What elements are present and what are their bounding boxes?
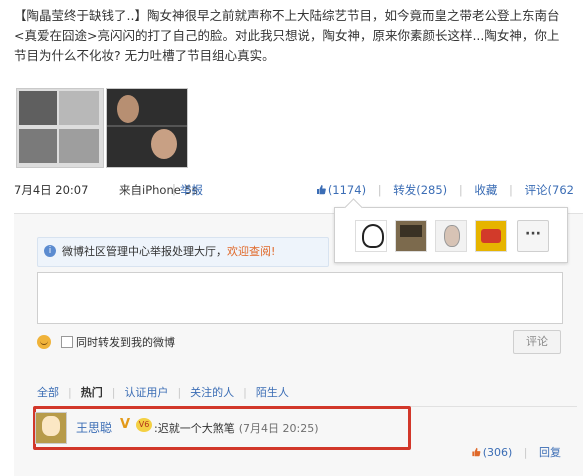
favorite-button[interactable]: 收藏 [474,183,497,197]
notice-link[interactable]: 欢迎查阅! [227,245,275,258]
post-lead: 【陶晶莹终于缺钱了..】 [14,8,147,23]
comment-time: (7月4日 20:25) [238,422,319,435]
thumbs-up-icon [316,185,326,195]
like-button[interactable]: (1174) [316,183,370,197]
comment-like-button[interactable]: (306) [471,446,516,459]
comment-button[interactable]: 评论(762 [525,183,574,197]
reply-button[interactable]: 回复 [539,446,561,459]
commenter-name[interactable]: 王思聪 [76,419,112,436]
verified-icon: V [120,417,131,432]
repost-button[interactable]: 转发(285) [393,183,447,197]
comment-input[interactable] [37,272,563,324]
notice-text: 微博社区管理中心举报处理大厅， [62,245,227,258]
post-time[interactable]: 7月4日 20:07 [14,182,88,198]
repost-checkbox[interactable] [61,336,73,348]
comment-text: :迟就一个大煞笔 (7月4日 20:25) [154,420,319,436]
thumbs-up-icon [472,447,481,457]
liker-avatar[interactable] [355,220,387,252]
post-text: 【陶晶莹终于缺钱了..】陶女神很早之前就声称不上大陆综艺节目，如今竟而皇之带老公… [14,6,569,66]
info-icon: i [44,245,56,257]
post-image-2[interactable] [106,88,188,168]
emoji-icon[interactable] [37,335,51,349]
liker-avatar[interactable] [395,220,427,252]
filter-verified[interactable]: 认证用户 [124,386,168,399]
filter-strangers[interactable]: 陌生人 [256,386,289,399]
comment-actions: (306) | 回复 [471,444,561,460]
liker-avatar[interactable] [475,220,507,252]
filter-all[interactable]: 全部 [37,386,59,399]
likers-popup: ··· [334,198,568,263]
filter-hot[interactable]: 热门 [81,386,103,399]
meta-separator: | [172,182,176,196]
like-count: (1174) [327,183,367,197]
comment-filters: 全部 | 热门 | 认证用户 | 关注的人 | 陌生人 [37,386,289,399]
comment-like-count: (306) [482,446,513,459]
post-actions: (1174) | 转发(285) | 收藏 | 评论(762 [316,182,574,198]
more-likers-button[interactable]: ··· [517,220,549,252]
post-image-1[interactable] [16,88,104,168]
report-link[interactable]: 举报 [180,182,203,198]
community-notice: i 微博社区管理中心举报处理大厅，欢迎查阅! [37,237,329,267]
post-images [16,88,188,168]
submit-comment-button[interactable]: 评论 [513,330,561,354]
vip-badge-icon: V6 [136,418,152,432]
comment-body: :迟就一个大煞笔 [154,422,235,435]
filter-following[interactable]: 关注的人 [190,386,234,399]
commenter-avatar[interactable] [35,412,67,444]
repost-checkbox-label: 同时转发到我的微博 [76,336,175,349]
post-meta: 7月4日 20:07 来自iPhone 5s | 举报 (1174) | 转发(… [14,182,574,200]
liker-avatar[interactable] [435,220,467,252]
